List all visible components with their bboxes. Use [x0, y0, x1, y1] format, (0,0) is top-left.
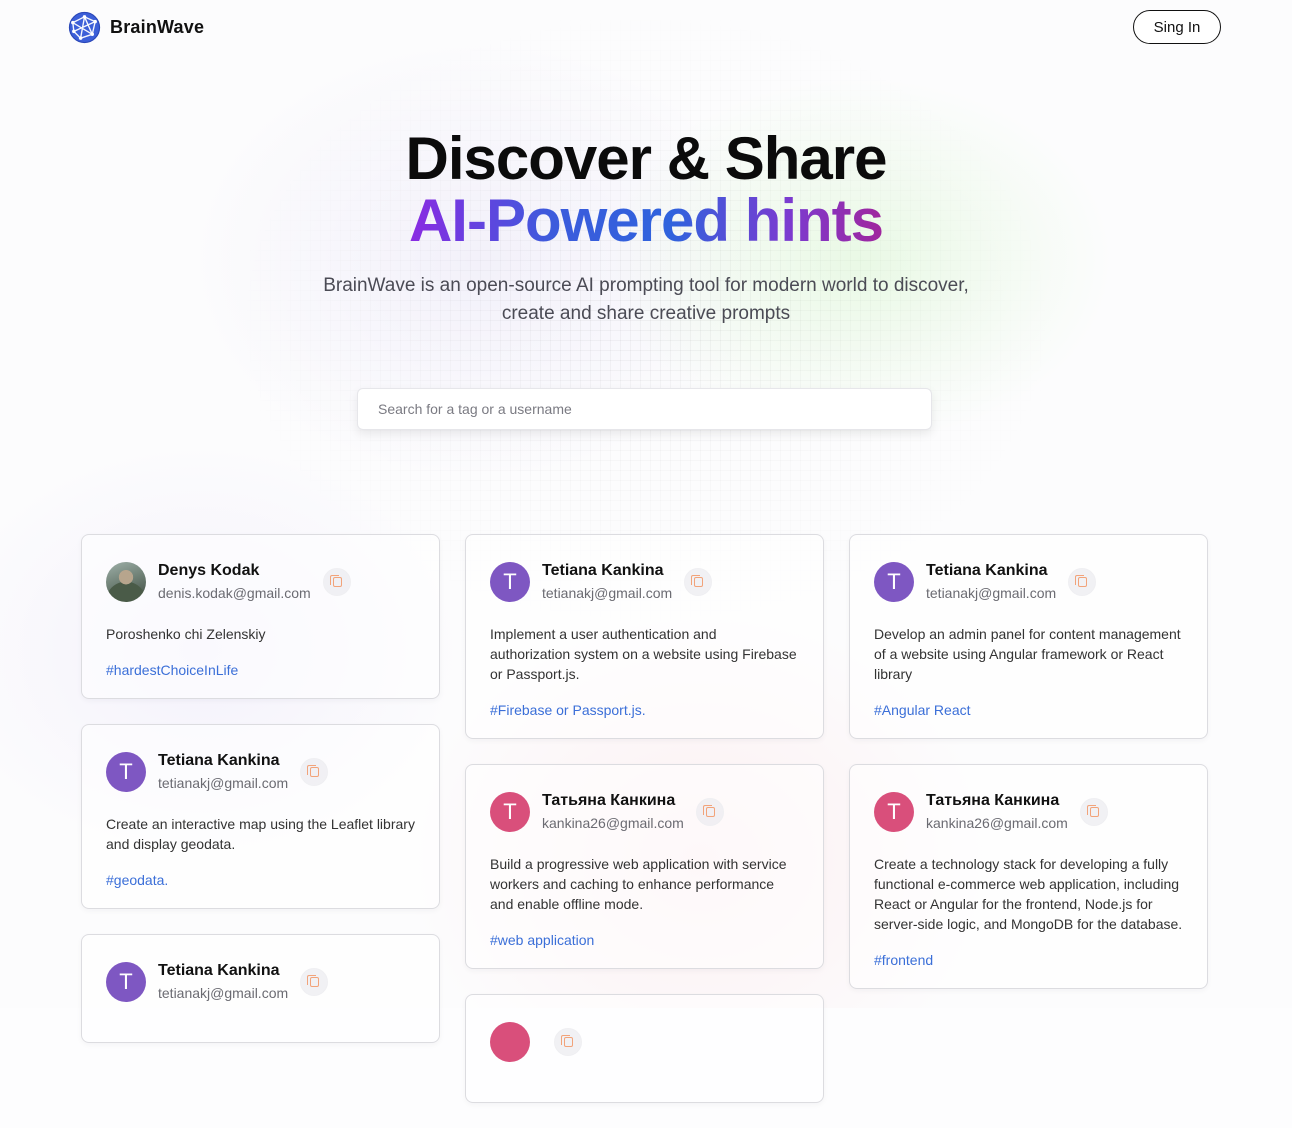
- user-name: Татьяна Канкина: [926, 791, 1068, 811]
- prompt-tag[interactable]: #Firebase or Passport.js.: [490, 700, 799, 738]
- card-header[interactable]: T Tetiana Kankinatetianakj@gmail.com: [874, 562, 1183, 602]
- copy-glyph: [1078, 577, 1087, 587]
- prompt-card: Denys Kodakdenis.kodak@gmail.com Poroshen…: [81, 534, 440, 699]
- user-email: kankina26@gmail.com: [542, 813, 684, 833]
- user-info: Татьяна Канкинаkankina26@gmail.com: [926, 791, 1068, 833]
- search-input[interactable]: [357, 388, 932, 430]
- brand-name: BrainWave: [110, 17, 204, 38]
- card-header[interactable]: Denys Kodakdenis.kodak@gmail.com: [106, 562, 415, 602]
- avatar[interactable]: T: [106, 962, 146, 1002]
- avatar[interactable]: T: [106, 752, 146, 792]
- avatar[interactable]: T: [490, 562, 530, 602]
- copy-icon[interactable]: [323, 568, 351, 596]
- copy-icon[interactable]: [696, 798, 724, 826]
- user-info: Denys Kodakdenis.kodak@gmail.com: [158, 561, 311, 603]
- copy-glyph: [564, 1037, 573, 1047]
- prompt-text: Build a progressive web application with…: [490, 854, 799, 914]
- brand[interactable]: BrainWave: [68, 10, 204, 44]
- hero-title-line1: Discover & Share: [0, 128, 1292, 190]
- copy-glyph: [694, 577, 703, 587]
- copy-glyph: [333, 577, 342, 587]
- prompt-text: Develop an admin panel for content manag…: [874, 624, 1183, 684]
- avatar[interactable]: T: [874, 792, 914, 832]
- user-info: Tetiana Kankinatetianakj@gmail.com: [158, 751, 288, 793]
- user-info: Татьяна Канкинаkankina26@gmail.com: [542, 791, 684, 833]
- user-name: Tetiana Kankina: [542, 561, 672, 581]
- prompt-tag[interactable]: #hardestChoiceInLife: [106, 660, 415, 698]
- copy-icon[interactable]: [300, 968, 328, 996]
- user-email: kankina26@gmail.com: [926, 813, 1068, 833]
- hero: Discover & Share AI-Powered hints BrainW…: [0, 128, 1292, 328]
- copy-glyph: [1090, 807, 1099, 817]
- user-email: tetianakj@gmail.com: [158, 983, 288, 1003]
- copy-glyph: [706, 807, 715, 817]
- feed-column: Denys Kodakdenis.kodak@gmail.com Poroshen…: [81, 534, 440, 1068]
- card-header[interactable]: T Tetiana Kankinatetianakj@gmail.com: [490, 562, 799, 602]
- user-name: Tetiana Kankina: [158, 961, 288, 981]
- prompt-tag[interactable]: #Angular React: [874, 700, 1183, 738]
- user-email: tetianakj@gmail.com: [542, 583, 672, 603]
- feed-column: T Tetiana Kankinatetianakj@gmail.com Imple…: [465, 534, 824, 1128]
- user-email: tetianakj@gmail.com: [926, 583, 1056, 603]
- user-info: Tetiana Kankinatetianakj@gmail.com: [158, 961, 288, 1003]
- card-header[interactable]: T Татьяна Канкинаkankina26@gmail.com: [874, 792, 1183, 832]
- prompt-tag[interactable]: [106, 1024, 415, 1042]
- copy-icon[interactable]: [684, 568, 712, 596]
- page: BrainWave Sing In Discover & Share AI-Po…: [0, 0, 1292, 1008]
- user-email: tetianakj@gmail.com: [158, 773, 288, 793]
- copy-icon[interactable]: [554, 1028, 582, 1056]
- user-info: Tetiana Kankinatetianakj@gmail.com: [926, 561, 1056, 603]
- card-header[interactable]: [490, 1022, 799, 1062]
- prompt-text: Implement a user authentication and auth…: [490, 624, 799, 684]
- user-name: Tetiana Kankina: [926, 561, 1056, 581]
- avatar[interactable]: [490, 1022, 530, 1062]
- copy-glyph: [310, 977, 319, 987]
- copy-icon[interactable]: [300, 758, 328, 786]
- user-name: Татьяна Канкина: [542, 791, 684, 811]
- card-header[interactable]: T Tetiana Kankinatetianakj@gmail.com: [106, 962, 415, 1002]
- prompt-text: Poroshenko chi Zelenskiy: [106, 624, 415, 644]
- feed-column: T Tetiana Kankinatetianakj@gmail.com Devel…: [849, 534, 1208, 1014]
- hero-description: BrainWave is an open-source AI prompting…: [296, 272, 996, 328]
- card-header[interactable]: T Татьяна Канкинаkankina26@gmail.com: [490, 792, 799, 832]
- user-name: Denys Kodak: [158, 561, 311, 581]
- prompt-tag[interactable]: [490, 1084, 799, 1102]
- sign-in-button[interactable]: Sing In: [1133, 10, 1221, 44]
- prompt-card: [465, 994, 824, 1103]
- navbar: BrainWave Sing In: [68, 10, 1221, 44]
- prompt-card: T Татьяна Канкинаkankina26@gmail.com Build…: [465, 764, 824, 969]
- prompt-tag[interactable]: #web application: [490, 930, 799, 968]
- copy-glyph: [310, 767, 319, 777]
- prompt-text: Create an interactive map using the Leaf…: [106, 814, 415, 854]
- prompt-text: Create a technology stack for developing…: [874, 854, 1183, 934]
- prompt-tag[interactable]: #frontend: [874, 950, 1183, 988]
- prompt-tag[interactable]: #geodata.: [106, 870, 415, 908]
- avatar[interactable]: T: [874, 562, 914, 602]
- prompt-card: T Tetiana Kankinatetianakj@gmail.com: [81, 934, 440, 1043]
- avatar[interactable]: [106, 562, 146, 602]
- prompt-card: T Tetiana Kankinatetianakj@gmail.com Devel…: [849, 534, 1208, 739]
- user-info: Tetiana Kankinatetianakj@gmail.com: [542, 561, 672, 603]
- copy-icon[interactable]: [1080, 798, 1108, 826]
- brainwave-logo-icon: [68, 11, 101, 44]
- prompt-card: T Tetiana Kankinatetianakj@gmail.com Creat…: [81, 724, 440, 909]
- user-email: denis.kodak@gmail.com: [158, 583, 311, 603]
- prompt-card: T Tetiana Kankinatetianakj@gmail.com Imple…: [465, 534, 824, 739]
- user-name: Tetiana Kankina: [158, 751, 288, 771]
- hero-title-line2: AI-Powered hints: [409, 190, 883, 252]
- prompt-card: T Татьяна Канкинаkankina26@gmail.com Creat…: [849, 764, 1208, 989]
- avatar[interactable]: T: [490, 792, 530, 832]
- card-header[interactable]: T Tetiana Kankinatetianakj@gmail.com: [106, 752, 415, 792]
- copy-icon[interactable]: [1068, 568, 1096, 596]
